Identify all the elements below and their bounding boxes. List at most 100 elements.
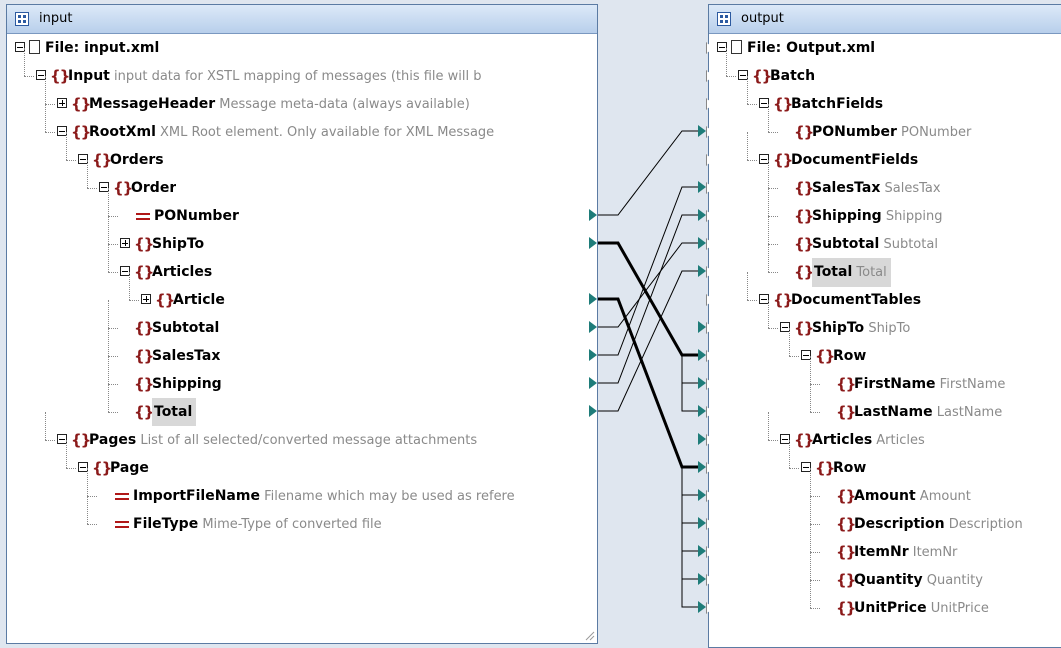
target-port-icon[interactable] bbox=[698, 489, 706, 501]
output-tree-row[interactable]: {} ItemNr ItemNr bbox=[706, 524, 1061, 567]
output-tree-row[interactable]: {} ShipTo ShipTo bbox=[706, 300, 1061, 343]
input-port-icon[interactable] bbox=[706, 574, 714, 586]
output-port-icon[interactable] bbox=[1051, 266, 1059, 278]
node-label[interactable]: ItemNr ItemNr bbox=[854, 538, 957, 567]
output-port-icon[interactable] bbox=[586, 210, 594, 222]
input-port-icon[interactable] bbox=[706, 518, 714, 530]
target-port-icon[interactable] bbox=[698, 209, 706, 221]
output-port-icon[interactable] bbox=[586, 294, 594, 306]
input-port-icon[interactable] bbox=[8, 70, 16, 82]
target-port-icon[interactable] bbox=[698, 265, 706, 277]
output-tree-row[interactable]: {} PONumber PONumber bbox=[706, 104, 1061, 147]
node-label[interactable]: Amount Amount bbox=[854, 482, 971, 511]
mapping-connection[interactable] bbox=[681, 467, 698, 496]
input-port-icon[interactable] bbox=[706, 322, 714, 334]
input-tree-row[interactable]: File: input.xml bbox=[7, 34, 597, 62]
input-tree-row[interactable]: FileType Mime-Type of converted file bbox=[7, 496, 597, 538]
mapping-connection[interactable] bbox=[598, 242, 698, 328]
output-port-icon[interactable] bbox=[1051, 70, 1059, 82]
input-port-icon[interactable] bbox=[706, 294, 714, 306]
output-tree-row[interactable]: {} Row bbox=[706, 440, 1061, 482]
node-label[interactable]: Total bbox=[152, 398, 197, 426]
output-tree-row[interactable]: {} Batch bbox=[706, 48, 1061, 90]
output-port-icon[interactable] bbox=[1051, 434, 1059, 446]
node-label[interactable]: Total Total bbox=[812, 258, 891, 287]
node-label[interactable]: File: Output.xml bbox=[747, 34, 875, 62]
node-label[interactable]: BatchFields bbox=[791, 90, 883, 118]
node-label[interactable]: FirstName FirstName bbox=[854, 370, 1005, 399]
target-port-icon[interactable] bbox=[698, 237, 706, 249]
output-tree-row[interactable]: {} BatchFields bbox=[706, 76, 1061, 118]
input-port-icon[interactable] bbox=[8, 350, 16, 362]
node-label[interactable]: ShipTo ShipTo bbox=[812, 314, 910, 343]
node-label[interactable]: Batch bbox=[770, 62, 815, 90]
input-port-icon[interactable] bbox=[706, 434, 714, 446]
node-label[interactable]: Shipping Shipping bbox=[812, 202, 943, 231]
node-label[interactable]: DocumentFields bbox=[791, 146, 918, 174]
expand-icon[interactable] bbox=[57, 98, 67, 108]
input-port-icon[interactable] bbox=[706, 42, 714, 54]
target-port-icon[interactable] bbox=[698, 433, 706, 445]
output-port-icon[interactable] bbox=[1051, 154, 1059, 166]
input-port-icon[interactable] bbox=[706, 266, 714, 278]
input-component[interactable]: input File: input.xml{} Input input data … bbox=[6, 4, 598, 644]
input-tree-row[interactable]: {} SalesTax bbox=[7, 328, 597, 370]
node-label[interactable]: PONumber PONumber bbox=[812, 118, 971, 147]
node-label[interactable]: MessageHeader Message meta-data (always … bbox=[89, 90, 470, 119]
target-port-icon[interactable] bbox=[698, 181, 706, 193]
mapping-connection[interactable] bbox=[598, 214, 698, 384]
output-port-icon[interactable] bbox=[1051, 518, 1059, 530]
node-label[interactable]: UnitPrice UnitPrice bbox=[854, 594, 989, 623]
target-port-icon[interactable] bbox=[698, 321, 706, 333]
node-label[interactable]: Article bbox=[173, 286, 225, 314]
mapping-connection[interactable] bbox=[681, 467, 698, 580]
input-tree-row[interactable]: {} Total bbox=[7, 384, 597, 426]
output-tree-row[interactable]: {} Amount Amount bbox=[706, 468, 1061, 511]
input-port-icon[interactable] bbox=[8, 182, 16, 194]
input-titlebar[interactable]: input bbox=[7, 5, 597, 34]
input-port-icon[interactable] bbox=[8, 322, 16, 334]
output-port-icon[interactable] bbox=[1051, 462, 1059, 474]
output-port-icon[interactable] bbox=[586, 406, 594, 418]
node-label[interactable]: Order bbox=[131, 174, 176, 202]
mapping-connection[interactable] bbox=[598, 130, 698, 216]
node-label[interactable]: Articles bbox=[152, 258, 212, 286]
output-port-icon[interactable] bbox=[586, 182, 594, 194]
node-label[interactable]: Pages List of all selected/converted mes… bbox=[89, 426, 477, 455]
input-port-icon[interactable] bbox=[8, 154, 16, 166]
input-tree-row[interactable]: {} Orders bbox=[7, 132, 597, 174]
output-port-icon[interactable] bbox=[1051, 98, 1059, 110]
output-port-icon[interactable] bbox=[586, 322, 594, 334]
output-tree-row[interactable]: {} FirstName FirstName bbox=[706, 356, 1061, 399]
mapping-connection[interactable] bbox=[681, 355, 698, 412]
input-tree-row[interactable]: {} Subtotal bbox=[7, 300, 597, 342]
node-label[interactable]: DocumentTables bbox=[791, 286, 921, 314]
input-tree-row[interactable]: {} Order bbox=[7, 160, 597, 202]
node-label[interactable]: ShipTo bbox=[152, 230, 204, 258]
output-port-icon[interactable] bbox=[586, 462, 594, 474]
output-port-icon[interactable] bbox=[586, 98, 594, 110]
input-tree-row[interactable]: ImportFileName Filename which may be use… bbox=[7, 468, 597, 510]
input-port-icon[interactable] bbox=[706, 238, 714, 250]
output-port-icon[interactable] bbox=[1051, 210, 1059, 222]
output-tree-row[interactable]: {} Quantity Quantity bbox=[706, 552, 1061, 594]
node-label[interactable]: Articles Articles bbox=[812, 426, 925, 455]
output-tree-row[interactable]: {} Shipping Shipping bbox=[706, 188, 1061, 231]
output-tree-row[interactable]: {} Row bbox=[706, 328, 1061, 370]
output-port-icon[interactable] bbox=[1051, 378, 1059, 390]
target-port-icon[interactable] bbox=[698, 461, 706, 473]
input-port-icon[interactable] bbox=[706, 406, 714, 418]
output-tree-row[interactable]: {} UnitPrice UnitPrice bbox=[706, 580, 1061, 623]
target-port-icon[interactable] bbox=[698, 573, 706, 585]
mapping-connection[interactable] bbox=[598, 186, 698, 356]
output-port-icon[interactable] bbox=[1051, 322, 1059, 334]
node-label[interactable]: Page bbox=[110, 454, 149, 482]
input-port-icon[interactable] bbox=[706, 154, 714, 166]
target-port-icon[interactable] bbox=[698, 405, 706, 417]
output-port-icon[interactable] bbox=[586, 154, 594, 166]
mapping-connection[interactable] bbox=[598, 241, 698, 357]
node-label[interactable]: RootXml XML Root element. Only available… bbox=[89, 118, 494, 147]
input-tree-row[interactable]: {} Articles bbox=[7, 244, 597, 286]
input-port-icon[interactable] bbox=[706, 378, 714, 390]
output-tree-row[interactable]: {} DocumentFields bbox=[706, 132, 1061, 174]
